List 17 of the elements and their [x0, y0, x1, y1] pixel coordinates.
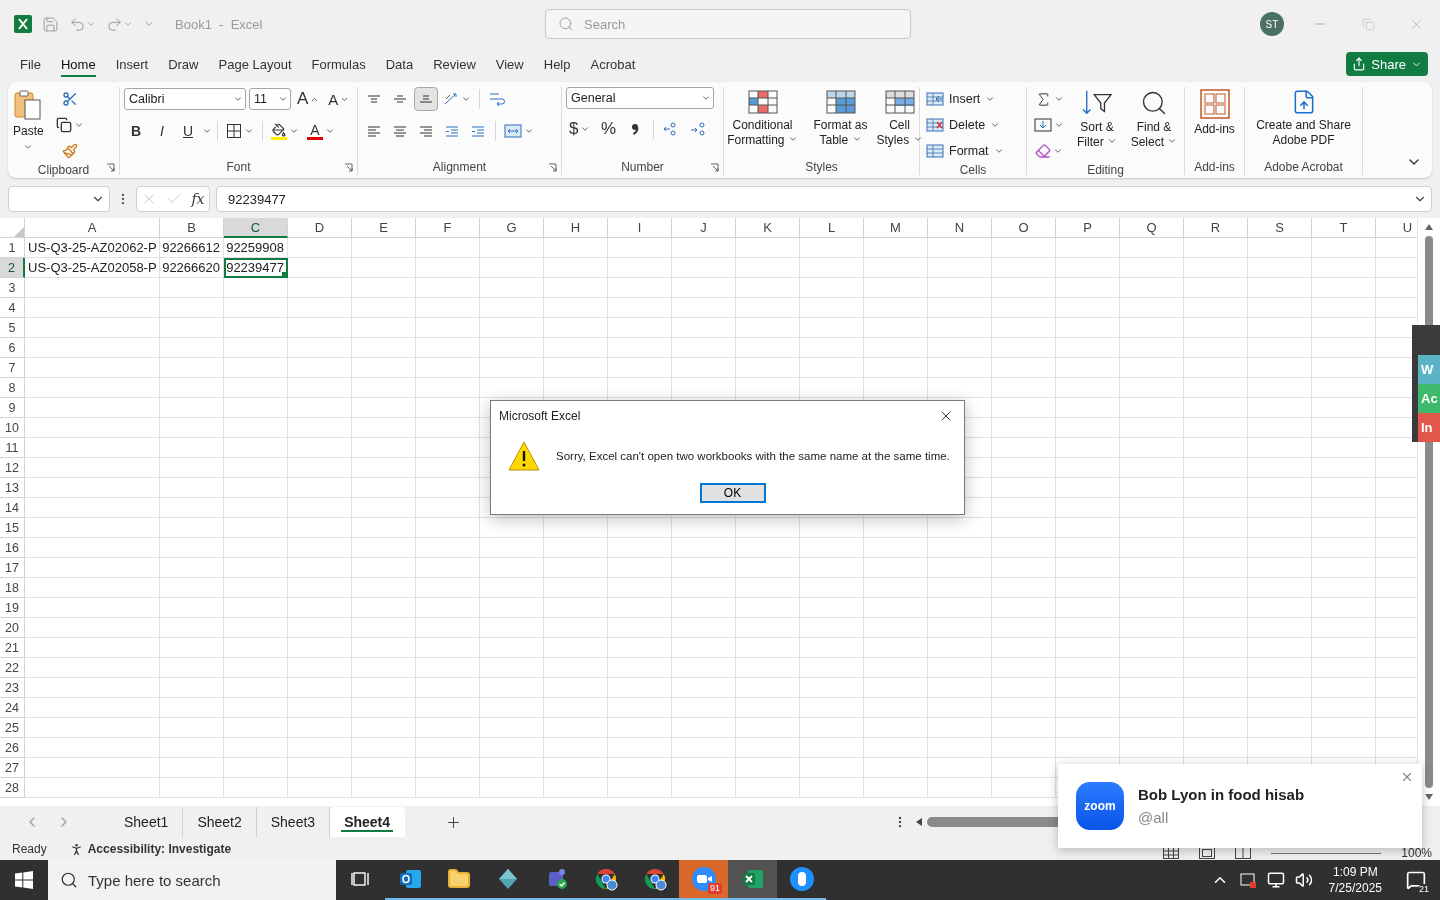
status-text: Ready [12, 842, 47, 856]
app-logo: zoom [1076, 782, 1124, 830]
group-label: Editing [1087, 163, 1124, 178]
unread-badge: 91 [708, 883, 722, 894]
group-label: Adobe Acrobat [1264, 160, 1343, 175]
notification-title: Bob Lyon in food hisab [1138, 786, 1305, 803]
dialog-title: Microsoft Excel [499, 409, 581, 423]
group-label: Styles [805, 160, 838, 175]
group-label: Add-ins [1194, 160, 1235, 175]
group-label: Number [621, 160, 664, 175]
group-label: Font [226, 160, 251, 175]
dialog-message: Sorry, Excel can't open two workbooks with the same name at the same time. [556, 450, 950, 462]
window-title: Book1 - Excel [175, 16, 263, 32]
group-label: Cells [959, 163, 987, 178]
group-label: Alignment [432, 160, 487, 175]
notification-subtitle: @all [1138, 809, 1170, 826]
group-label: Clipboard [37, 163, 90, 178]
